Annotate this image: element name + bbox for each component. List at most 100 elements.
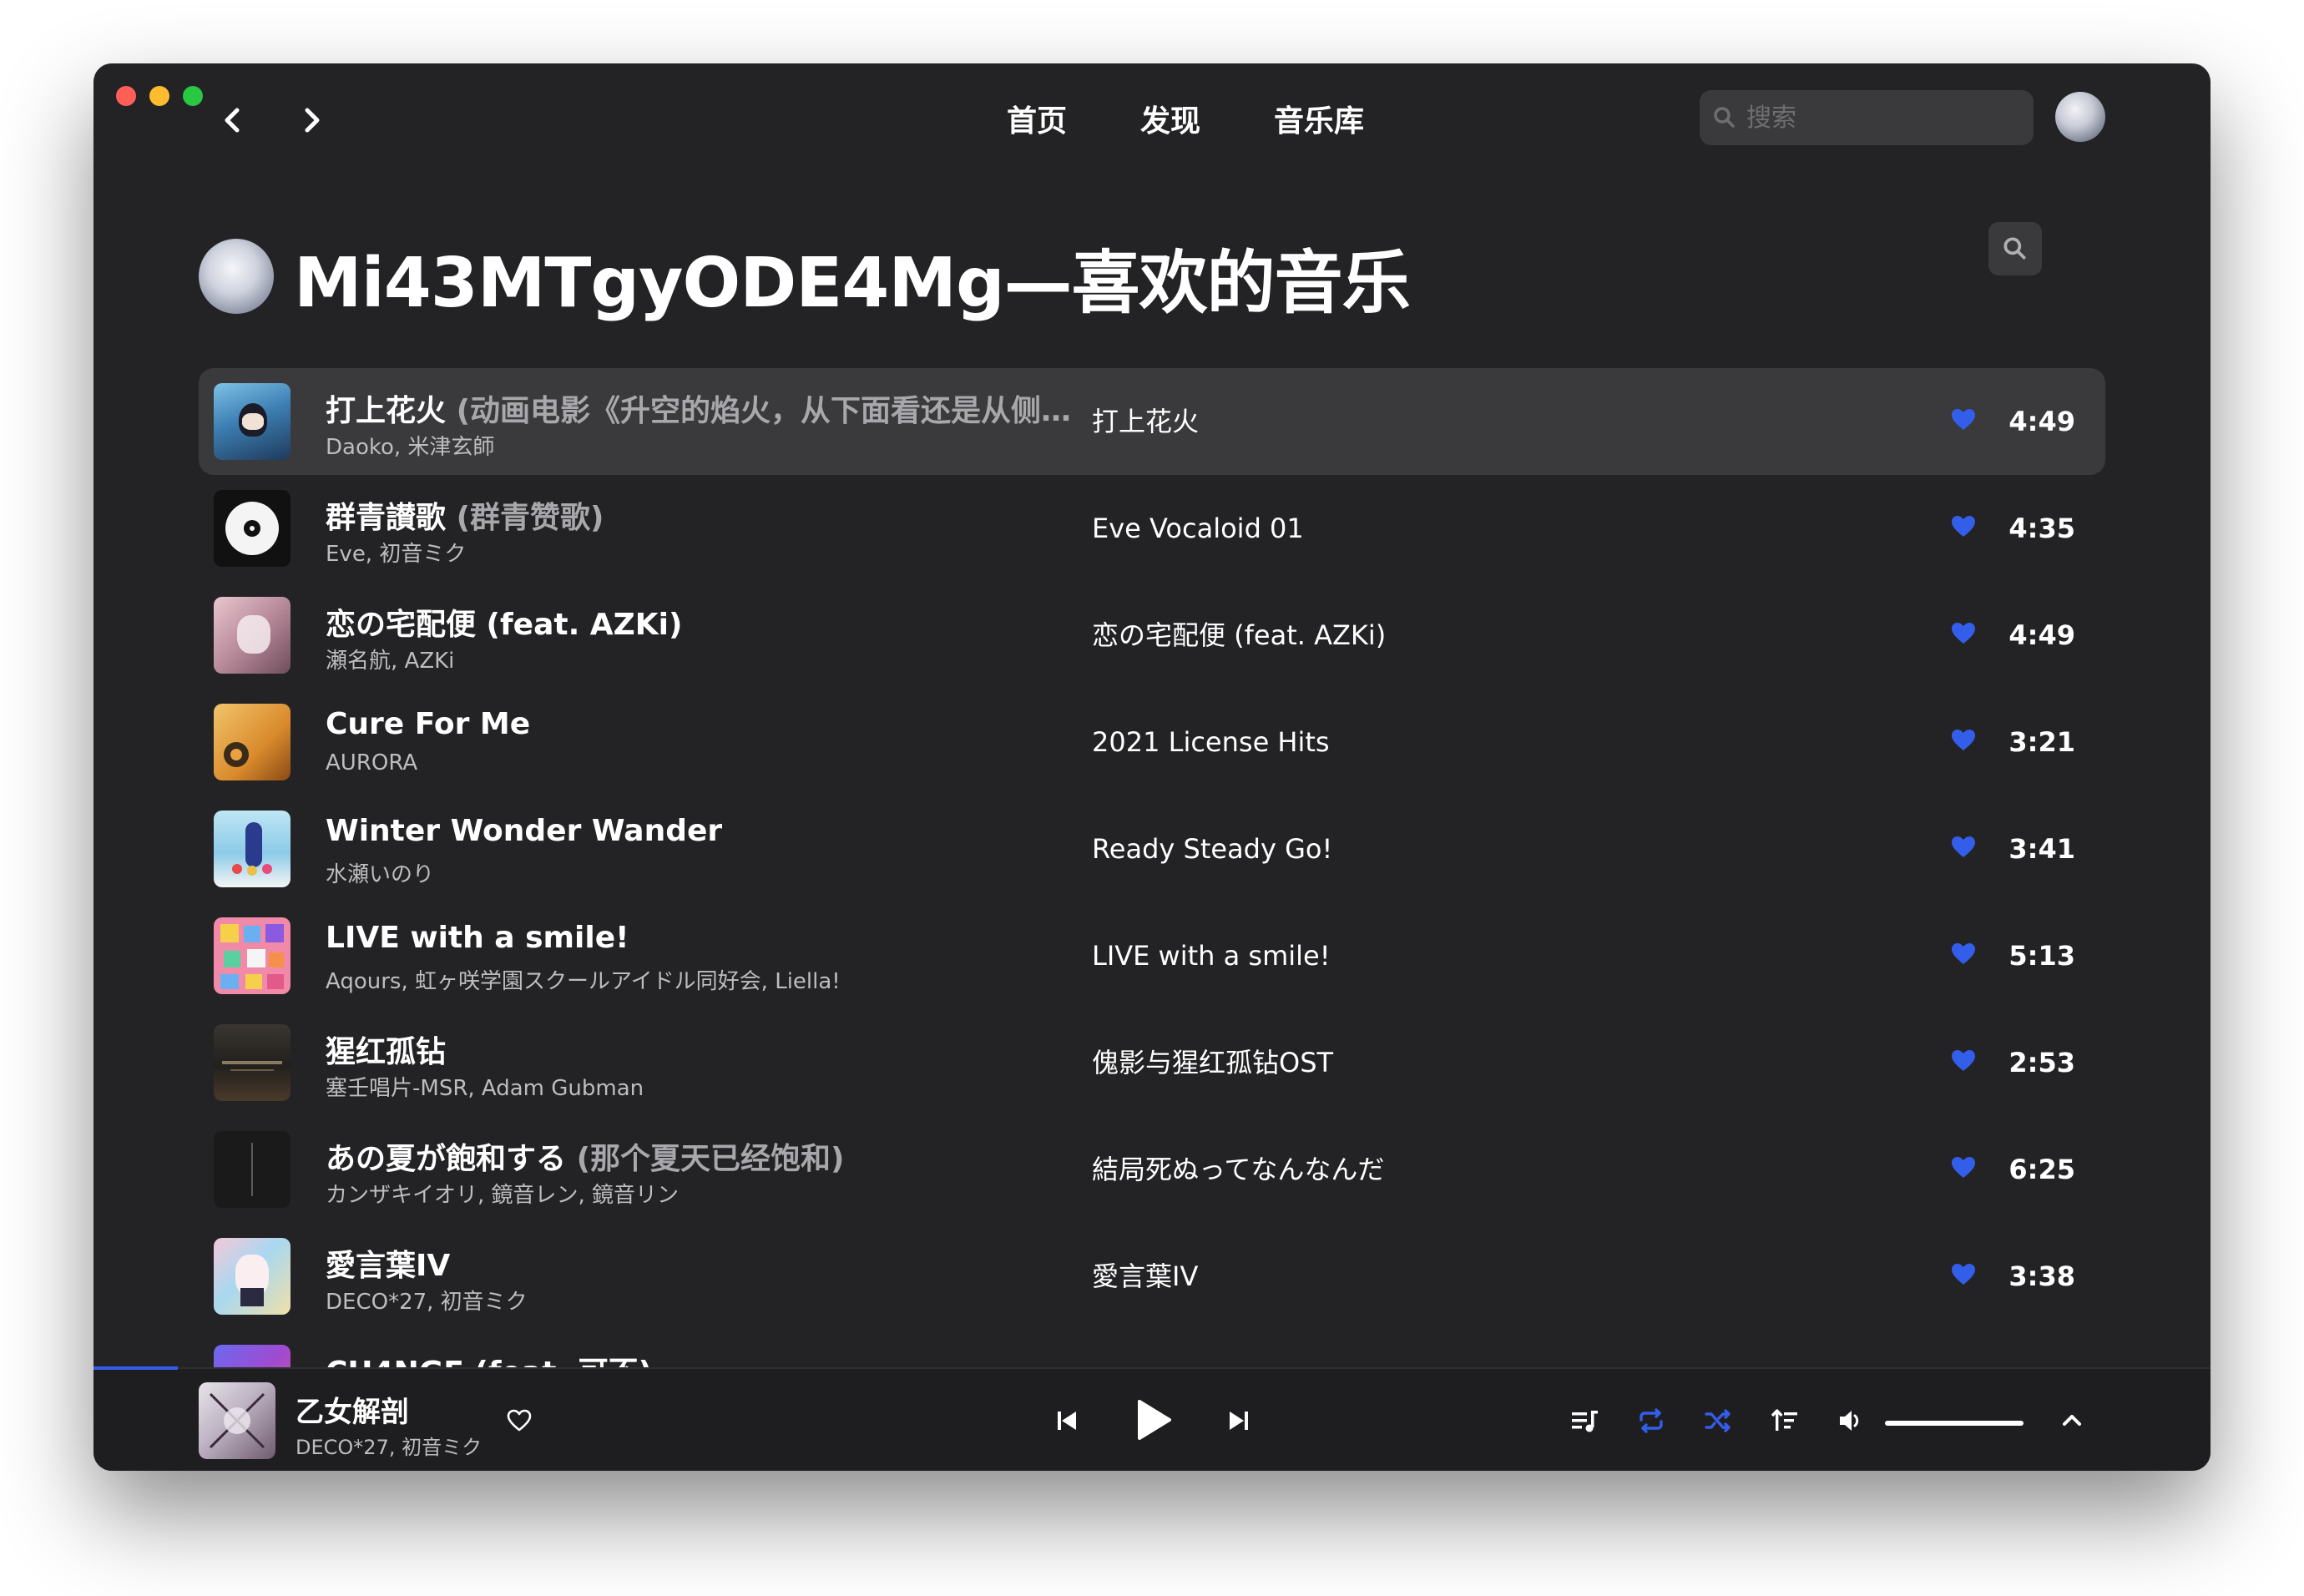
- nav-library[interactable]: 音乐库: [1237, 97, 1401, 147]
- forward-button[interactable]: [291, 95, 332, 145]
- album-cover: [214, 1024, 291, 1101]
- queue-button[interactable]: [1564, 1401, 1604, 1441]
- expand-player-button[interactable]: [2052, 1401, 2092, 1441]
- album-cover: [214, 704, 291, 780]
- album-cover: [214, 917, 291, 994]
- sort-icon: [1771, 1409, 1797, 1431]
- track-title: 猩红孤钻: [326, 1035, 447, 1069]
- minimize-window-button[interactable]: [149, 86, 169, 106]
- playlist-icon: [1572, 1411, 1598, 1432]
- volume-slider[interactable]: [1885, 1421, 2024, 1426]
- track-title: 打上花火 (动画电影《升空的焰火，从下面看还是从侧…: [326, 394, 1072, 428]
- heart-icon[interactable]: [1950, 727, 1977, 754]
- heart-outline-icon[interactable]: [506, 1407, 533, 1434]
- track-album[interactable]: Ready Steady Go!: [1092, 795, 1332, 902]
- track-duration: 4:35: [2008, 513, 2075, 544]
- track-artist[interactable]: 塞壬唱片-MSR, Adam Gubman: [326, 1071, 644, 1102]
- track-album[interactable]: 愛言葉IV: [1092, 1223, 1198, 1330]
- track-row[interactable]: 恋の宅配便 (feat. AZKi) 瀬名航, AZKi 恋の宅配便 (feat…: [199, 582, 2105, 689]
- repeat-icon: [1640, 1408, 1663, 1433]
- track-album[interactable]: 打上花火: [1092, 368, 1199, 475]
- track-duration: 3:38: [2008, 1260, 2075, 1292]
- album-cover: [214, 383, 291, 460]
- repeat-button[interactable]: [1631, 1401, 1671, 1441]
- play-icon: [1138, 1400, 1171, 1440]
- track-title: LIVE with a smile!: [326, 921, 629, 955]
- nav-home[interactable]: 首页: [970, 97, 1104, 147]
- track-list: 打上花火 (动画电影《升空的焰火，从下面看还是从侧… Daoko, 米津玄師 打…: [199, 368, 2105, 1437]
- track-title: Winter Wonder Wander: [326, 814, 723, 848]
- heart-icon[interactable]: [1950, 1048, 1977, 1074]
- track-album[interactable]: LIVE with a smile!: [1092, 902, 1331, 1009]
- chevron-up-icon: [2063, 1415, 2081, 1426]
- nav-discover[interactable]: 发现: [1104, 97, 1237, 147]
- track-album[interactable]: 恋の宅配便 (feat. AZKi): [1092, 582, 1386, 689]
- heart-icon[interactable]: [1950, 941, 1977, 967]
- play-button[interactable]: [1125, 1392, 1180, 1447]
- track-row[interactable]: 愛言葉IV DECO*27, 初音ミク 愛言葉IV 3:38: [199, 1223, 2105, 1330]
- track-duration: 5:13: [2008, 940, 2075, 972]
- track-title: 恋の宅配便 (feat. AZKi): [326, 608, 683, 642]
- progress-bar[interactable]: [93, 1366, 2211, 1370]
- track-duration: 6:25: [2008, 1154, 2075, 1185]
- heart-icon[interactable]: [1950, 1154, 1977, 1181]
- track-artist[interactable]: カンザキイオリ, 鏡音レン, 鏡音リン: [326, 1178, 679, 1209]
- search-icon: [1714, 107, 1735, 128]
- album-cover: [214, 1238, 291, 1315]
- next-button[interactable]: [1219, 1401, 1259, 1441]
- progress-fill: [93, 1366, 179, 1370]
- top-navigation: 首页 发现 音乐库: [970, 97, 1401, 147]
- track-duration: 3:41: [2008, 833, 2075, 865]
- track-artist[interactable]: 瀬名航, AZKi: [326, 644, 454, 674]
- track-row[interactable]: Winter Wonder Wander 水瀬いのり Ready Steady …: [199, 795, 2105, 902]
- heart-icon[interactable]: [1950, 407, 1977, 433]
- heart-icon[interactable]: [1950, 834, 1977, 861]
- app-window: 首页 发现 音乐库 Mi43MTgyODE4Mg—喜欢的音乐 打上花火 (动画电…: [93, 63, 2211, 1471]
- track-duration: 4:49: [2008, 406, 2075, 437]
- search-icon: [2003, 237, 2026, 260]
- track-row[interactable]: あの夏が飽和する (那个夏天已经饱和) カンザキイオリ, 鏡音レン, 鏡音リン …: [199, 1116, 2105, 1223]
- track-row[interactable]: LIVE with a smile! Aqours, 虹ヶ咲学園スクールアイドル…: [199, 902, 2105, 1009]
- close-window-button[interactable]: [116, 86, 136, 106]
- album-cover: [214, 490, 291, 567]
- now-playing-artist[interactable]: DECO*27, 初音ミク: [296, 1431, 482, 1460]
- heart-icon[interactable]: [1950, 513, 1977, 540]
- track-artist[interactable]: DECO*27, 初音ミク: [326, 1285, 528, 1316]
- track-artist[interactable]: 水瀬いのり: [326, 857, 434, 888]
- shuffle-button[interactable]: [1698, 1401, 1738, 1441]
- user-avatar[interactable]: [2055, 92, 2105, 142]
- search-input[interactable]: [1745, 102, 2015, 134]
- player-bar: 乙女解剖 DECO*27, 初音ミク: [93, 1366, 2211, 1471]
- cover-art: [209, 1392, 265, 1449]
- track-artist[interactable]: Daoko, 米津玄師: [326, 430, 494, 461]
- playlist-search-button[interactable]: [1988, 222, 2042, 275]
- track-row[interactable]: 群青讃歌 (群青赞歌) Eve, 初音ミク Eve Vocaloid 01 4:…: [199, 475, 2105, 582]
- chevron-right-icon: [305, 108, 320, 133]
- track-row[interactable]: 猩红孤钻 塞壬唱片-MSR, Adam Gubman 傀影与猩红孤钻OST 2:…: [199, 1009, 2105, 1116]
- lyrics-button[interactable]: [1765, 1401, 1805, 1441]
- back-button[interactable]: [212, 95, 254, 145]
- volume-button[interactable]: [1832, 1401, 1872, 1441]
- track-artist[interactable]: Eve, 初音ミク: [326, 537, 466, 568]
- track-album[interactable]: 結局死ぬってなんなんだ: [1092, 1116, 1384, 1223]
- heart-icon[interactable]: [1950, 1261, 1977, 1288]
- previous-button[interactable]: [1047, 1401, 1087, 1441]
- track-album[interactable]: 2021 License Hits: [1092, 689, 1330, 795]
- track-row[interactable]: 打上花火 (动画电影《升空的焰火，从下面看还是从侧… Daoko, 米津玄師 打…: [199, 368, 2105, 475]
- track-duration: 2:53: [2008, 1047, 2075, 1078]
- now-playing-title[interactable]: 乙女解剖: [296, 1389, 409, 1430]
- zoom-window-button[interactable]: [183, 86, 203, 106]
- volume-icon: [1840, 1411, 1859, 1431]
- track-artist[interactable]: Aqours, 虹ヶ咲学園スクールアイドル同好会, Liella!: [326, 964, 841, 995]
- track-album[interactable]: Eve Vocaloid 01: [1092, 475, 1304, 582]
- track-artist[interactable]: AURORA: [326, 750, 417, 775]
- search-box[interactable]: [1700, 90, 2034, 145]
- heart-icon[interactable]: [1950, 620, 1977, 647]
- track-title: あの夏が飽和する (那个夏天已经饱和): [326, 1142, 845, 1176]
- track-album[interactable]: 傀影与猩红孤钻OST: [1092, 1009, 1333, 1116]
- album-cover: [214, 597, 291, 674]
- album-cover: [214, 811, 291, 887]
- track-row[interactable]: Cure For Me AURORA 2021 License Hits 3:2…: [199, 689, 2105, 795]
- now-playing-cover[interactable]: [199, 1382, 275, 1459]
- playlist-header: Mi43MTgyODE4Mg—喜欢的音乐: [199, 230, 1411, 323]
